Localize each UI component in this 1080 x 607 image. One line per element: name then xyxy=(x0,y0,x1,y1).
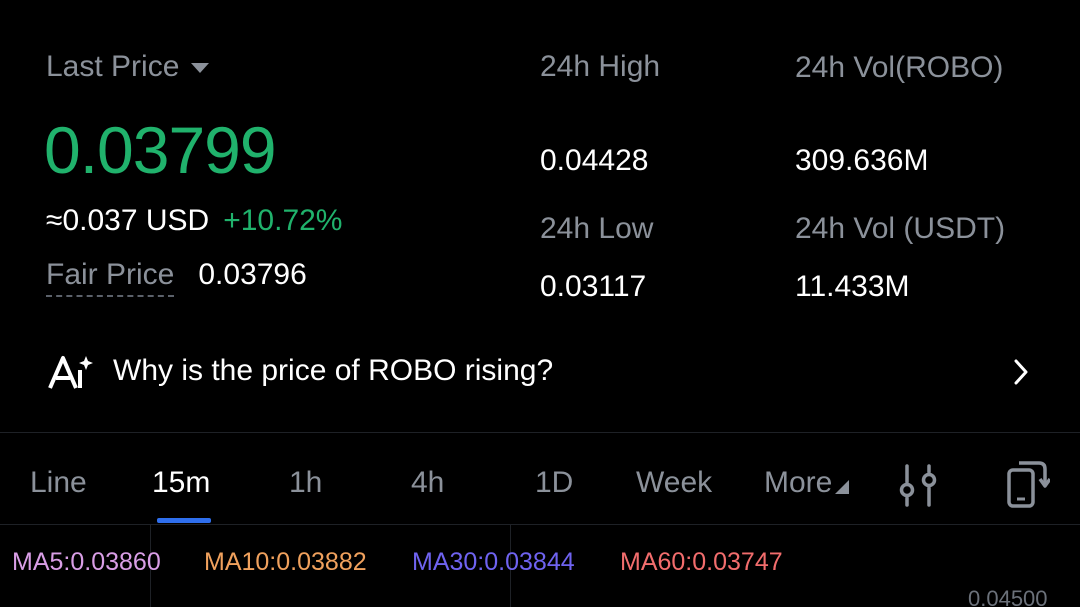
caret-down-icon xyxy=(191,63,210,73)
low-24h-label: 24h Low xyxy=(540,212,654,245)
ma60-value: MA60:0.03747 xyxy=(620,548,783,576)
ai-prompt-text[interactable]: Why is the price of ROBO rising? xyxy=(113,354,553,388)
usd-line: ≈0.037 USD +10.72% xyxy=(46,204,343,238)
tab-week[interactable]: Week xyxy=(636,466,712,500)
high-24h-label: 24h High xyxy=(540,50,661,83)
indicator-settings-icon[interactable] xyxy=(898,462,938,508)
tab-line[interactable]: Line xyxy=(30,466,87,500)
last-price-label: Last Price xyxy=(46,50,180,83)
vol-quote-label: 24h Vol (USDT) xyxy=(795,212,1006,245)
tab-15m[interactable]: 15m xyxy=(152,466,210,500)
chevron-right-icon[interactable] xyxy=(1010,357,1032,387)
low-24h-value: 0.03117 xyxy=(540,270,647,303)
usd-value: ≈0.037 USD xyxy=(46,204,210,237)
chart-header-divider xyxy=(0,524,1080,525)
ma10-value: MA10:0.03882 xyxy=(204,548,367,576)
last-price-value: 0.03799 xyxy=(44,113,277,187)
fair-price-line: Fair Price 0.03796 xyxy=(46,258,307,297)
fair-price-label[interactable]: Fair Price xyxy=(46,258,175,297)
high-24h-value: 0.04428 xyxy=(540,144,649,177)
tab-4h[interactable]: 4h xyxy=(411,466,444,500)
tab-more[interactable]: More xyxy=(764,466,850,500)
last-price-selector[interactable]: Last Price xyxy=(46,50,210,84)
ai-sparkle-icon xyxy=(48,356,93,389)
rotate-screen-icon[interactable] xyxy=(1006,458,1050,510)
vol-base-value: 309.636M xyxy=(795,144,929,177)
fair-price-value: 0.03796 xyxy=(198,258,307,291)
change-percent: +10.72% xyxy=(223,204,343,237)
price-axis-tick: 0.04500 xyxy=(968,586,1048,607)
vol-base-label: 24h Vol(ROBO) xyxy=(795,51,1004,84)
corner-triangle-icon xyxy=(835,480,850,494)
tab-more-label: More xyxy=(764,466,833,499)
active-tab-indicator xyxy=(157,518,211,523)
section-divider xyxy=(0,432,1080,433)
ticker-screen: Last Price 0.03799 ≈0.037 USD +10.72% Fa… xyxy=(0,0,1080,607)
ma30-value: MA30:0.03844 xyxy=(412,548,575,576)
vol-quote-value: 11.433M xyxy=(795,270,910,303)
ma5-value: MA5:0.03860 xyxy=(12,548,161,576)
tab-1h[interactable]: 1h xyxy=(289,466,322,500)
tab-1d[interactable]: 1D xyxy=(535,466,573,500)
